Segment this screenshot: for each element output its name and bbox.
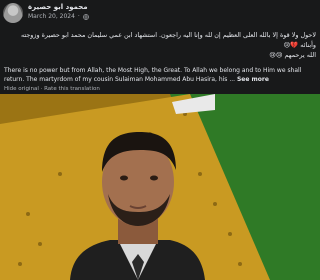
meta-separator: · bbox=[77, 13, 80, 20]
translation-links: Hide original · Rate this translation bbox=[4, 86, 100, 92]
rate-translation-link[interactable]: Rate this translation bbox=[44, 86, 100, 92]
post-date[interactable]: March 20, 2024 bbox=[28, 13, 75, 21]
post-photo[interactable] bbox=[0, 94, 320, 280]
author-name[interactable]: محمود ابو حصيرة bbox=[28, 3, 88, 12]
post-text-line: الله يرحمهم 😢😢 bbox=[269, 51, 316, 59]
post-meta: March 20, 2024 · bbox=[28, 13, 89, 21]
avatar[interactable] bbox=[3, 3, 23, 23]
post-text-line: وأبنائه 💔😢 bbox=[283, 41, 316, 49]
globe-icon bbox=[83, 14, 89, 20]
hide-original-link[interactable]: Hide original bbox=[4, 86, 39, 92]
post-text-arabic: لاحول ولا قوة إلا بالله العلى العظيم إن … bbox=[16, 30, 316, 60]
translation-text: There is no power but from Allah, the Mo… bbox=[4, 66, 316, 84]
post-photo-illustration bbox=[0, 94, 320, 280]
post-header: محمود ابو حصيرة March 20, 2024 · bbox=[0, 0, 320, 26]
post-text-line: لاحول ولا قوة إلا بالله العلى العظيم إن … bbox=[20, 31, 316, 39]
see-more-link[interactable]: See more bbox=[237, 76, 269, 83]
link-separator: · bbox=[40, 86, 43, 92]
